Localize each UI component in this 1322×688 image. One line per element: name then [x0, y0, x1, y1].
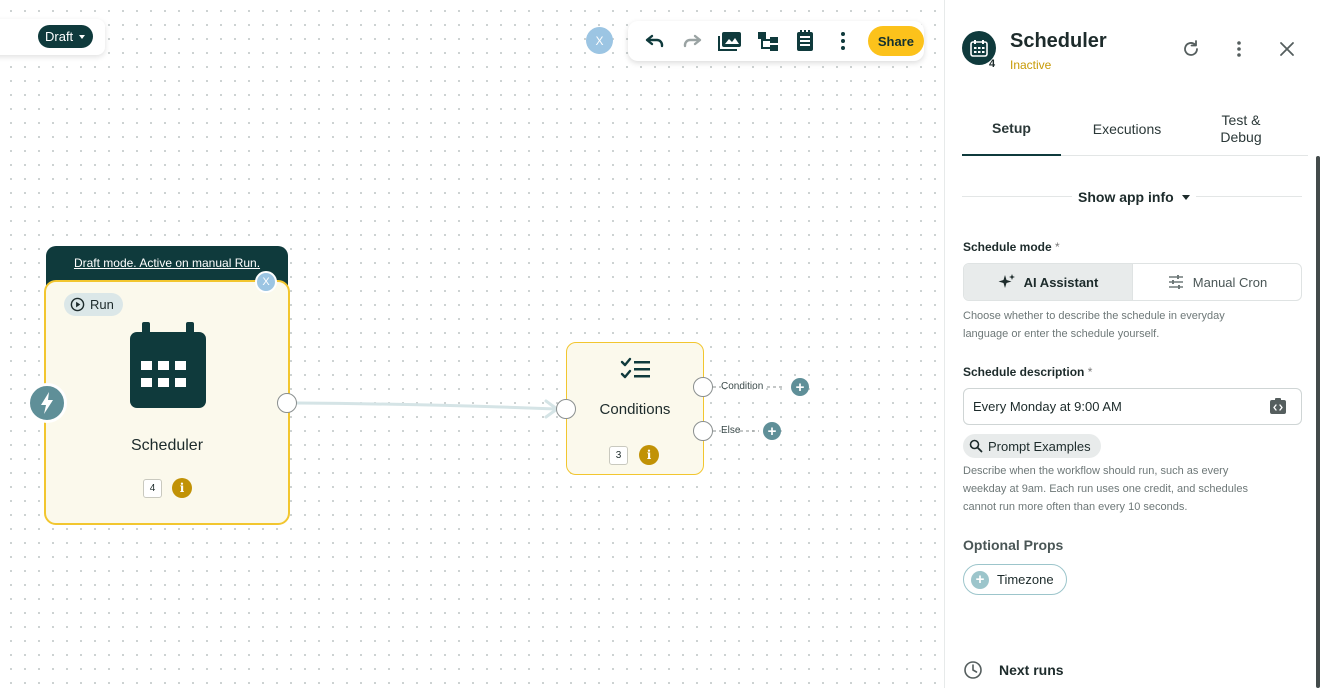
panel-title: Scheduler: [1010, 30, 1107, 52]
prompt-examples-button[interactable]: Prompt Examples: [963, 434, 1101, 458]
manual-cron-option[interactable]: Manual Cron: [1133, 264, 1301, 300]
undo-icon: [645, 34, 664, 48]
add-else-step-button[interactable]: +: [763, 422, 781, 440]
checklist-icon: [620, 357, 650, 379]
ai-assistant-option[interactable]: AI Assistant: [964, 264, 1133, 300]
clock-icon: [964, 661, 982, 679]
status-badge: Inactive: [1010, 58, 1052, 72]
kebab-menu-icon: [1237, 41, 1241, 57]
avatar-initial: X: [595, 33, 604, 48]
refresh-icon: [1184, 40, 1198, 56]
search-icon: [969, 439, 983, 453]
sparkle-icon: [998, 274, 1015, 288]
redo-button[interactable]: [678, 26, 708, 56]
draft-mode-dropdown[interactable]: Draft: [38, 25, 94, 48]
else-branch-label: Else: [721, 425, 741, 436]
images-button[interactable]: [715, 26, 745, 56]
app-info-row: Show app info: [962, 186, 1302, 208]
top-toolbar: Share: [628, 21, 924, 61]
info-icon[interactable]: i: [639, 445, 659, 465]
show-app-info-label: Show app info: [1078, 189, 1174, 205]
hierarchy-icon: [757, 32, 778, 51]
schedule-description-label-text: Schedule description: [963, 365, 1085, 379]
scheduler-node[interactable]: Run Scheduler 4 i: [44, 280, 290, 525]
caret-down-icon: [1181, 194, 1190, 200]
run-button[interactable]: Run: [64, 293, 123, 316]
node-close-label: X: [262, 276, 270, 288]
scheduler-node-title: Scheduler: [130, 437, 204, 454]
conditions-node-title: Conditions: [599, 401, 671, 418]
tab-setup[interactable]: Setup: [962, 102, 1061, 156]
draft-mode-label: Draft: [45, 29, 74, 44]
next-runs-label: Next runs: [999, 662, 1064, 678]
schedule-mode-label-text: Schedule mode: [963, 240, 1052, 254]
required-marker: *: [1055, 240, 1060, 254]
plus-icon: +: [971, 570, 989, 589]
conditions-node[interactable]: Conditions 3 i: [566, 342, 704, 475]
lightning-bolt-icon: [41, 392, 53, 414]
timezone-label: Timezone: [997, 572, 1054, 587]
schedule-description-hint: Describe when the workflow should run, s…: [963, 465, 1248, 513]
calendar-icon: [970, 40, 988, 57]
trigger-button[interactable]: [27, 383, 67, 423]
schedule-description-input[interactable]: [963, 388, 1302, 425]
tab-executions[interactable]: Executions: [1077, 102, 1177, 156]
schedule-mode-label: Schedule mode *: [963, 240, 1060, 254]
node-close-button[interactable]: X: [255, 271, 277, 293]
prompt-examples-label: Prompt Examples: [988, 438, 1091, 454]
step-settings-panel: 4 Scheduler Inactive Setup Executions Te…: [944, 0, 1322, 688]
play-circle-icon: [70, 297, 85, 312]
schedule-description-label: Schedule description *: [963, 365, 1092, 379]
ai-assistant-label: AI Assistant: [1023, 274, 1099, 290]
collaborator-avatar[interactable]: X: [586, 27, 613, 54]
undo-button[interactable]: [640, 26, 670, 56]
condition-branch-label: Condition: [721, 381, 764, 392]
manual-cron-label: Manual Cron: [1192, 274, 1268, 290]
caret-down-icon: [79, 34, 86, 39]
next-runs-section[interactable]: Next runs: [963, 660, 1064, 680]
info-icon[interactable]: i: [172, 478, 192, 498]
else-output-port[interactable]: [693, 421, 713, 441]
notepad-icon: [797, 30, 814, 51]
share-button[interactable]: Share: [867, 26, 924, 56]
notes-button[interactable]: [791, 26, 821, 56]
schedule-mode-hint: Choose whether to describe the schedule …: [963, 310, 1225, 340]
close-icon: [1280, 42, 1294, 56]
add-timezone-button[interactable]: + Timezone: [963, 564, 1067, 595]
calendar-icon: [130, 322, 206, 408]
step-count-badge: 4: [143, 479, 162, 498]
run-label: Run: [90, 297, 114, 312]
output-port[interactable]: [277, 393, 297, 413]
app-version-badge: 4: [989, 58, 996, 70]
condition-output-port[interactable]: [693, 377, 713, 397]
required-marker: *: [1087, 365, 1093, 379]
panel-tabs: Setup Executions Test & Debug: [962, 102, 1308, 156]
redo-icon: [684, 34, 702, 48]
kebab-menu-icon: [841, 32, 846, 50]
connection-edge[interactable]: [290, 395, 570, 419]
code-clipboard-icon[interactable]: [1269, 397, 1287, 415]
input-port[interactable]: [556, 399, 576, 419]
optional-props-title: Optional Props: [963, 537, 1064, 553]
tab-test-debug[interactable]: Test & Debug: [1210, 102, 1272, 156]
panel-more-button[interactable]: [1227, 37, 1251, 61]
show-app-info-toggle[interactable]: Show app info: [1072, 189, 1196, 205]
close-panel-button[interactable]: [1275, 37, 1299, 61]
schedule-mode-toggle: AI Assistant Manual Cron: [963, 263, 1302, 301]
more-options-button[interactable]: [828, 26, 858, 56]
draft-banner-text: Draft mode. Active on manual Run.: [73, 256, 261, 270]
sliders-icon: [1168, 275, 1183, 289]
structure-button[interactable]: [753, 26, 783, 56]
workflow-canvas[interactable]: Draft X Share Draft mode. Active on manu…: [0, 0, 944, 688]
panel-scrollbar[interactable]: [1316, 156, 1320, 688]
image-gallery-icon: [718, 32, 742, 51]
step-count-badge: 3: [609, 446, 628, 465]
add-condition-step-button[interactable]: +: [791, 378, 809, 396]
refresh-button[interactable]: [1179, 37, 1203, 61]
